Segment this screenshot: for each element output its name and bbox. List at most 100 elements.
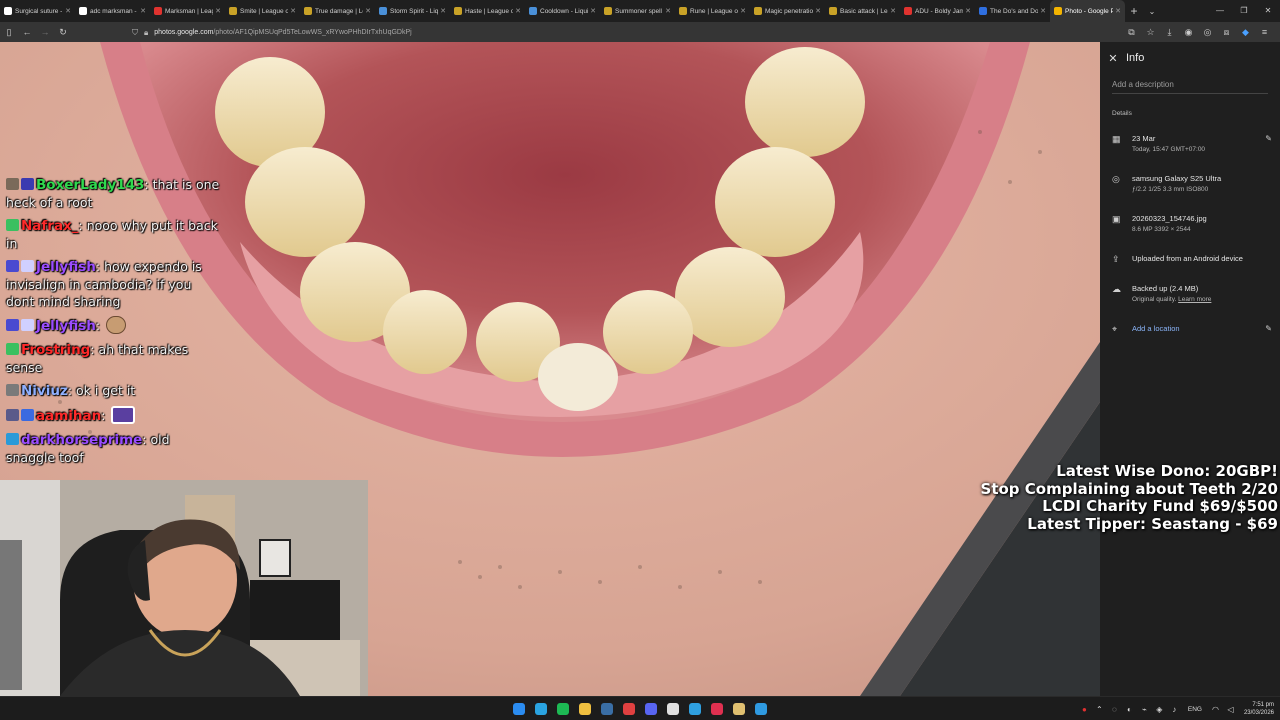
close-window-icon[interactable]: ✕ (1256, 0, 1280, 22)
tab-close-icon[interactable]: ✕ (140, 7, 146, 15)
minimize-icon[interactable]: — (1208, 0, 1232, 22)
tab-close-icon[interactable]: ✕ (965, 7, 971, 15)
tray-red-icon[interactable]: ● (1077, 705, 1092, 714)
tray-arrow-icon[interactable]: ⌃ (1092, 705, 1107, 714)
description-input[interactable]: Add a description (1112, 80, 1268, 94)
browser-tab[interactable]: Photo - Google P ✕ (1050, 0, 1125, 22)
tab-close-icon[interactable]: ✕ (1115, 7, 1121, 15)
browser-tab[interactable]: ADU - Boldy Jame ✕ (900, 0, 975, 22)
browser-tab[interactable]: Smite | League of ✕ (225, 0, 300, 22)
tab-close-icon[interactable]: ✕ (215, 7, 221, 15)
discord-icon[interactable] (640, 700, 662, 718)
tray-icon-3[interactable]: ⌁ (1137, 705, 1152, 714)
chat-text: : ok i get it (67, 383, 136, 398)
steam-icon[interactable] (596, 700, 618, 718)
tab-close-icon[interactable]: ✕ (590, 7, 596, 15)
new-tab-button[interactable]: + (1125, 4, 1143, 18)
chrome-icon[interactable] (662, 700, 684, 718)
maximize-icon[interactable]: ❐ (1232, 0, 1256, 22)
tab-close-icon[interactable]: ✕ (665, 7, 671, 15)
chat-message: Jellyfish: (6, 316, 221, 335)
microphone-icon[interactable]: ♪ (1167, 705, 1182, 714)
chat-username: Jellyfish (36, 318, 96, 334)
site-icon (979, 7, 987, 15)
language-indicator[interactable]: ENG (1188, 706, 1202, 713)
url-text[interactable]: photos.google.com/photo/AF1QipMSUqPd5TeL… (154, 29, 411, 36)
image-icon: ▣ (1112, 214, 1121, 224)
browser-tab[interactable]: adc marksman - ✕ (75, 0, 150, 22)
add-location-link[interactable]: Add a location (1132, 324, 1258, 333)
tab-close-icon[interactable]: ✕ (740, 7, 746, 15)
edit-location-icon[interactable]: ✎ (1258, 324, 1272, 335)
forward-icon[interactable]: → (36, 27, 54, 37)
sidebar-toggle-icon[interactable]: ▯ (0, 27, 18, 38)
menu-icon[interactable]: ≡ (1255, 27, 1274, 37)
app-red-icon[interactable] (618, 700, 640, 718)
google-photos-icon (1054, 7, 1062, 15)
browser-tab[interactable]: Rune | League of ✕ (675, 0, 750, 22)
tab-close-icon[interactable]: ✕ (515, 7, 521, 15)
browser-tab[interactable]: Basic attack | Lea ✕ (825, 0, 900, 22)
puzzle-icon[interactable]: ⧈ (1217, 27, 1236, 38)
browser-tab[interactable]: True damage | Le ✕ (300, 0, 375, 22)
volume-icon[interactable]: ◁ (1223, 705, 1238, 714)
spotify-icon[interactable] (552, 700, 574, 718)
browser-tab[interactable]: Storm Spirit - Liq ✕ (375, 0, 450, 22)
tab-title: Haste | League of (465, 7, 514, 15)
file-explorer-icon-glyph (579, 703, 591, 715)
tray-icon-2[interactable]: ◐ (1122, 705, 1137, 714)
chat-username: Nafrax_ (21, 218, 79, 234)
tab-close-icon[interactable]: ✕ (290, 7, 296, 15)
tab-close-icon[interactable]: ✕ (815, 7, 821, 15)
details-heading: Details (1112, 110, 1132, 117)
address-bar[interactable]: ⛉ 🔒︎ photos.google.com/photo/AF1QipMSUqP… (132, 25, 1107, 40)
chrome-icon-glyph (667, 703, 679, 715)
tray-icon-1[interactable]: ◌ (1107, 705, 1122, 714)
stream-chat: BoxerLady143: that is one heck of a root… (6, 176, 221, 472)
league-wiki-icon (829, 7, 837, 15)
tab-close-icon[interactable]: ✕ (1040, 7, 1046, 15)
tab-close-icon[interactable]: ✕ (365, 7, 371, 15)
spotify-icon-glyph (557, 703, 569, 715)
profile-icon[interactable]: ◎ (1198, 27, 1217, 38)
learn-more-link[interactable]: Learn more (1178, 296, 1211, 303)
shield-icon[interactable]: ⛉ (132, 28, 138, 38)
tab-close-icon[interactable]: ✕ (65, 7, 71, 15)
lock-icon[interactable]: 🔒︎ (144, 28, 148, 38)
chat-message: Nafrax_: nooo why put it back in (6, 217, 221, 252)
taskbar-apps (508, 700, 772, 718)
download-icon[interactable]: ⤓ (1160, 27, 1179, 38)
wifi-icon[interactable]: ◠ (1208, 705, 1223, 714)
tray-icon-4[interactable]: ◈ (1152, 705, 1167, 714)
extension-icon[interactable]: ◉ (1179, 27, 1198, 38)
back-icon[interactable]: ← (18, 27, 36, 37)
browser-tab[interactable]: Cooldown - Liqui ✕ (525, 0, 600, 22)
reload-icon[interactable]: ↻ (54, 27, 72, 38)
browser-tab[interactable]: Surgical suture - ✕ (0, 0, 75, 22)
pen-icon[interactable] (728, 700, 750, 718)
telegram-icon[interactable] (530, 700, 552, 718)
browser-tab[interactable]: The Do's and Do ✕ (975, 0, 1050, 22)
app-red2-icon[interactable] (706, 700, 728, 718)
browser-tab[interactable]: Summoner spell ✕ (600, 0, 675, 22)
browser-tab[interactable]: Marksman | Leag ✕ (150, 0, 225, 22)
tab-search-chevron-icon[interactable]: ⌄ (1143, 7, 1161, 16)
browser-tab[interactable]: Haste | League of ✕ (450, 0, 525, 22)
edge-icon[interactable] (684, 700, 706, 718)
browser-tab[interactable]: Magic penetratio ✕ (750, 0, 825, 22)
bookmark-star-icon[interactable]: ☆ (1141, 27, 1160, 38)
windows-start-icon[interactable] (508, 700, 530, 718)
snipping-icon[interactable] (750, 700, 772, 718)
file-explorer-icon[interactable] (574, 700, 596, 718)
extension-blue-icon[interactable]: ◆ (1236, 27, 1255, 38)
translate-icon[interactable]: ⧉ (1122, 27, 1141, 38)
upload-text: Uploaded from an Android device (1132, 254, 1243, 263)
league-wiki-icon (304, 7, 312, 15)
edit-date-icon[interactable]: ✎ (1258, 134, 1272, 153)
close-icon[interactable]: ✕ (1100, 52, 1126, 65)
clock[interactable]: 7:51 pm 23/03/2026 (1244, 701, 1274, 717)
tab-title: Summoner spell (615, 7, 662, 15)
tab-close-icon[interactable]: ✕ (440, 7, 446, 15)
tab-close-icon[interactable]: ✕ (890, 7, 896, 15)
chat-text: : (95, 318, 101, 333)
